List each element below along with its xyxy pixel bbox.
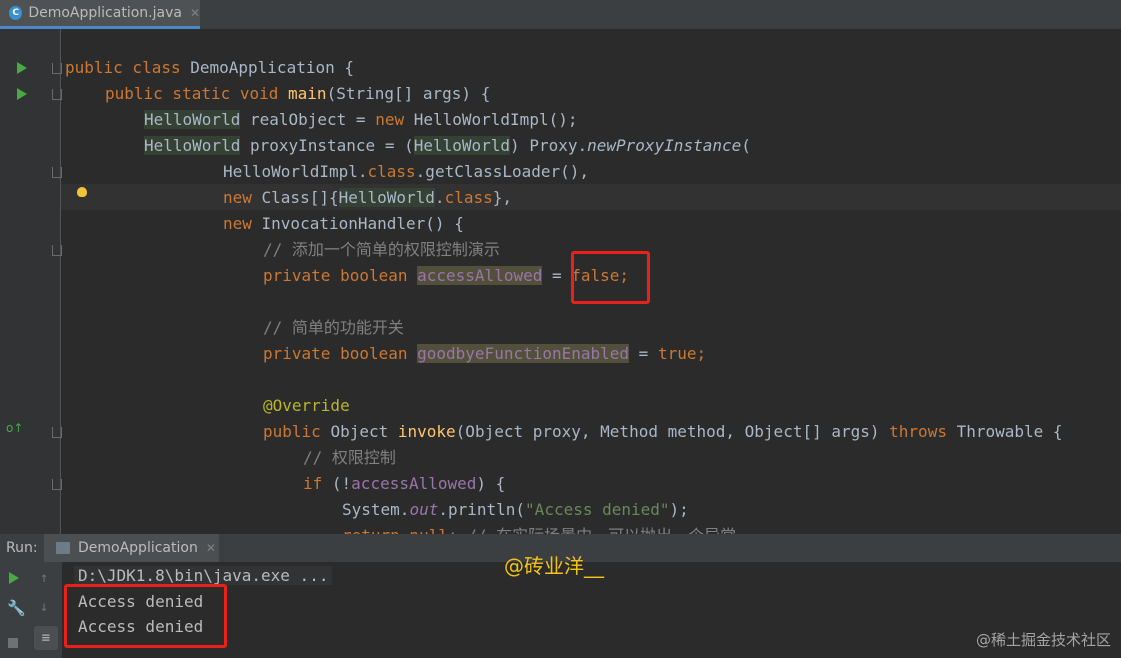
code-comment: // 权限控制 <box>303 448 396 467</box>
site-watermark: @稀土掘金技术社区 <box>975 631 1111 649</box>
fold-icon[interactable] <box>52 479 62 490</box>
run-label: Run: <box>6 540 38 556</box>
code-line: public static void main(String[] args) { <box>105 84 491 103</box>
code-annotation: @Override <box>263 396 350 415</box>
fold-icon[interactable] <box>52 63 62 74</box>
java-class-icon: C <box>9 6 23 20</box>
code-line: if (!accessAllowed) { <box>303 474 506 493</box>
close-icon[interactable]: ✕ <box>206 541 216 555</box>
code-comment: // 添加一个简单的权限控制演示 <box>263 240 500 259</box>
soft-wrap-icon[interactable]: ≡ <box>34 626 58 650</box>
current-line-highlight <box>61 184 1121 210</box>
code-line: private boolean goodbyeFunctionEnabled =… <box>263 344 707 363</box>
code-line: HelloWorldImpl.class.getClassLoader(), <box>223 162 590 181</box>
console-command-line: D:\JDK1.8\bin\java.exe ... <box>74 566 333 585</box>
highlight-box-false <box>571 251 650 304</box>
code-line: HelloWorld proxyInstance = (HelloWorld) … <box>144 136 751 155</box>
override-icon[interactable]: o↑ <box>6 421 23 435</box>
code-line: System.out.println("Access denied"); <box>342 500 689 519</box>
arrow-down-icon[interactable]: ↓ <box>40 599 48 615</box>
code-editor[interactable]: o↑ public class DemoApplication { public… <box>0 29 1121 534</box>
run-tab-title: DemoApplication <box>78 540 198 556</box>
console-toolbar: ↑ 🔧 ↓ ≡ <box>0 562 62 658</box>
code-line: return null; // 在实际场景中，可以抛出一个异常 <box>342 523 736 534</box>
rerun-icon[interactable] <box>9 572 19 584</box>
stop-icon[interactable] <box>8 638 18 648</box>
code-comment: // 简单的功能开关 <box>263 318 404 337</box>
fold-icon[interactable] <box>52 245 62 256</box>
tab-title: DemoApplication.java <box>28 5 182 21</box>
highlight-box-output <box>64 584 227 648</box>
run-main-icon[interactable] <box>17 88 27 100</box>
fold-icon[interactable] <box>52 167 62 178</box>
fold-icon[interactable] <box>52 427 62 438</box>
code-line: HelloWorld realObject = new HelloWorldIm… <box>144 110 578 129</box>
fold-icon[interactable] <box>52 89 62 100</box>
code-line: new Class[]{HelloWorld.class}, <box>223 188 512 207</box>
editor-tab-bar: C DemoApplication.java ✕ <box>0 0 1121 30</box>
run-tab-demoapplication[interactable]: DemoApplication ✕ <box>44 534 219 562</box>
code-line: new InvocationHandler() { <box>223 214 464 233</box>
code-line: public class DemoApplication { <box>65 58 354 77</box>
console-icon <box>56 542 70 554</box>
gutter <box>0 29 60 534</box>
lightbulb-icon[interactable] <box>77 187 87 197</box>
arrow-up-icon[interactable]: ↑ <box>40 570 48 586</box>
code-line: public Object invoke(Object proxy, Metho… <box>263 422 1063 441</box>
wrench-icon[interactable]: 🔧 <box>7 599 26 617</box>
close-icon[interactable]: ✕ <box>190 6 200 20</box>
author-watermark: @砖业洋__ <box>504 554 604 578</box>
run-class-icon[interactable] <box>17 62 27 74</box>
tab-demoapplication-java[interactable]: C DemoApplication.java ✕ <box>0 0 200 29</box>
